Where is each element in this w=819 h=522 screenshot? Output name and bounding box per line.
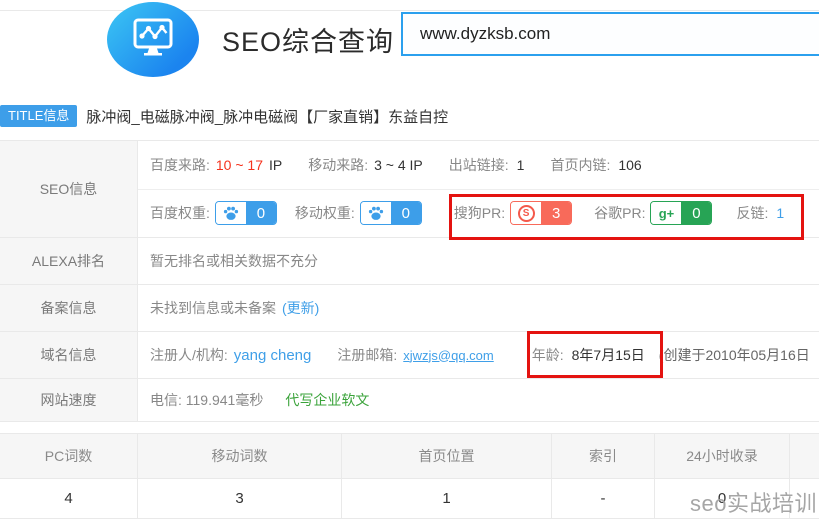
stats-value-home-position: 1 — [342, 479, 552, 518]
google-pr-group: 谷歌PR: g+ 0 — [594, 201, 712, 225]
stats-header-home-position: 首页位置 — [342, 434, 552, 478]
table-row-alexa: ALEXA排名 暂无排名或相关数据不充分 — [0, 238, 819, 285]
backlink-value[interactable]: 1 — [776, 205, 784, 221]
telecom-speed-text: 电信: 119.941毫秒 — [150, 390, 263, 410]
domain-age-value: 8年7月15日 — [572, 345, 645, 365]
page-title: SEO综合查询 — [222, 20, 394, 59]
baidu-traffic-unit: IP — [269, 157, 282, 173]
inlink-label: 首页内链: — [550, 155, 610, 175]
row-label-domain: 域名信息 — [0, 332, 138, 378]
baidu-weight-label: 百度权重: — [150, 203, 210, 223]
mobile-weight-group: 移动权重: 0 — [295, 201, 422, 225]
google-pr-value: 0 — [681, 202, 711, 224]
app-logo — [107, 2, 199, 77]
stats-header-row: PC词数 移动词数 首页位置 索引 24小时收录 — [0, 434, 819, 479]
registrant-label: 注册人/机构: — [150, 345, 228, 365]
sogou-pr-badge[interactable]: S 3 — [510, 201, 572, 225]
sogou-pr-group: 搜狗PR: S 3 — [454, 201, 572, 225]
stats-header-extra — [790, 434, 819, 478]
outlink-label: 出站链接: — [449, 155, 509, 175]
mobile-weight-label: 移动权重: — [295, 203, 355, 223]
row-label-seo: SEO信息 — [0, 141, 138, 237]
table-row-speed: 网站速度 电信: 119.941毫秒 代写企业软文 — [0, 379, 819, 422]
stats-header-index: 索引 — [552, 434, 655, 478]
mobile-weight-badge[interactable]: 0 — [360, 201, 422, 225]
stats-value-index: - — [552, 479, 655, 518]
backlink-group: 反链: 1 — [736, 203, 784, 223]
sogou-icon: S — [511, 202, 541, 224]
row-label-icp: 备案信息 — [0, 285, 138, 331]
sogou-pr-value: 3 — [541, 202, 571, 224]
monitor-chart-icon — [129, 13, 177, 66]
page: SEO综合查询 TITLE信息 脉冲阀_电磁脉冲阀_脉冲电磁阀【厂家直销】东益自… — [0, 0, 819, 522]
table-row-icp: 备案信息 未找到信息或未备案 (更新) — [0, 285, 819, 332]
seo-info-table: SEO信息 百度来路: 10 ~ 17 IP 移动来路: 3 ~ 4 IP 出站… — [0, 140, 819, 422]
registrant-link[interactable]: yang cheng — [234, 347, 312, 364]
google-plus-icon: g+ — [651, 202, 681, 224]
registrant-email-link[interactable]: xjwzjs@qq.com — [403, 348, 494, 363]
traffic-row: 百度来路: 10 ~ 17 IP 移动来路: 3 ~ 4 IP 出站链接: 1 … — [138, 141, 819, 189]
sogou-pr-label: 搜狗PR: — [454, 203, 505, 223]
alexa-status-text: 暂无排名或相关数据不充分 — [150, 251, 318, 271]
email-label: 注册邮箱: — [337, 345, 397, 365]
row-label-alexa: ALEXA排名 — [0, 238, 138, 284]
mobile-traffic-label: 移动来路: — [308, 155, 368, 175]
url-query-input[interactable] — [401, 12, 819, 56]
mobile-traffic-value: 3 ~ 4 IP — [374, 157, 423, 173]
icp-update-link[interactable]: (更新) — [282, 298, 319, 318]
mobile-weight-value: 0 — [391, 202, 421, 224]
stats-value-pc-words: 4 — [0, 479, 138, 518]
baidu-weight-badge[interactable]: 0 — [215, 201, 277, 225]
title-info-badge: TITLE信息 — [0, 105, 77, 127]
google-pr-badge[interactable]: g+ 0 — [650, 201, 712, 225]
watermark-text: seo实战培训 — [690, 486, 817, 518]
ad-article-link[interactable]: 代写企业软文 — [285, 390, 369, 410]
inlink-value: 106 — [618, 157, 641, 173]
baidu-traffic-label: 百度来路: — [150, 155, 210, 175]
domain-age-label: 年龄: — [532, 345, 564, 365]
stats-value-mobile-words: 3 — [138, 479, 342, 518]
backlink-label: 反链: — [736, 203, 768, 223]
table-row-seo-info: SEO信息 百度来路: 10 ~ 17 IP 移动来路: 3 ~ 4 IP 出站… — [0, 141, 819, 238]
stats-header-mobile-words: 移动词数 — [138, 434, 342, 478]
domain-created-text: (创建于2010年05月16日 — [659, 345, 810, 365]
baidu-paw-icon — [216, 202, 246, 224]
baidu-weight-value: 0 — [246, 202, 276, 224]
site-title-text: 脉冲阀_电磁脉冲阀_脉冲电磁阀【厂家直销】东益自控 — [86, 106, 448, 127]
row-label-speed: 网站速度 — [0, 379, 138, 421]
table-row-domain: 域名信息 注册人/机构: yang cheng 注册邮箱: xjwzjs@qq.… — [0, 332, 819, 379]
google-pr-label: 谷歌PR: — [594, 203, 645, 223]
stats-header-24h-collect: 24小时收录 — [655, 434, 790, 478]
baidu-traffic-value: 10 ~ 17 — [216, 157, 263, 173]
baidu-mobile-paw-icon — [361, 202, 391, 224]
outlink-value: 1 — [517, 157, 525, 173]
weights-row: 百度权重: 0 — [138, 189, 819, 238]
stats-header-pc-words: PC词数 — [0, 434, 138, 478]
icp-status-text: 未找到信息或未备案 — [150, 298, 276, 318]
title-info-row: TITLE信息 脉冲阀_电磁脉冲阀_脉冲电磁阀【厂家直销】东益自控 — [0, 105, 448, 127]
baidu-weight-group: 百度权重: 0 — [150, 201, 277, 225]
